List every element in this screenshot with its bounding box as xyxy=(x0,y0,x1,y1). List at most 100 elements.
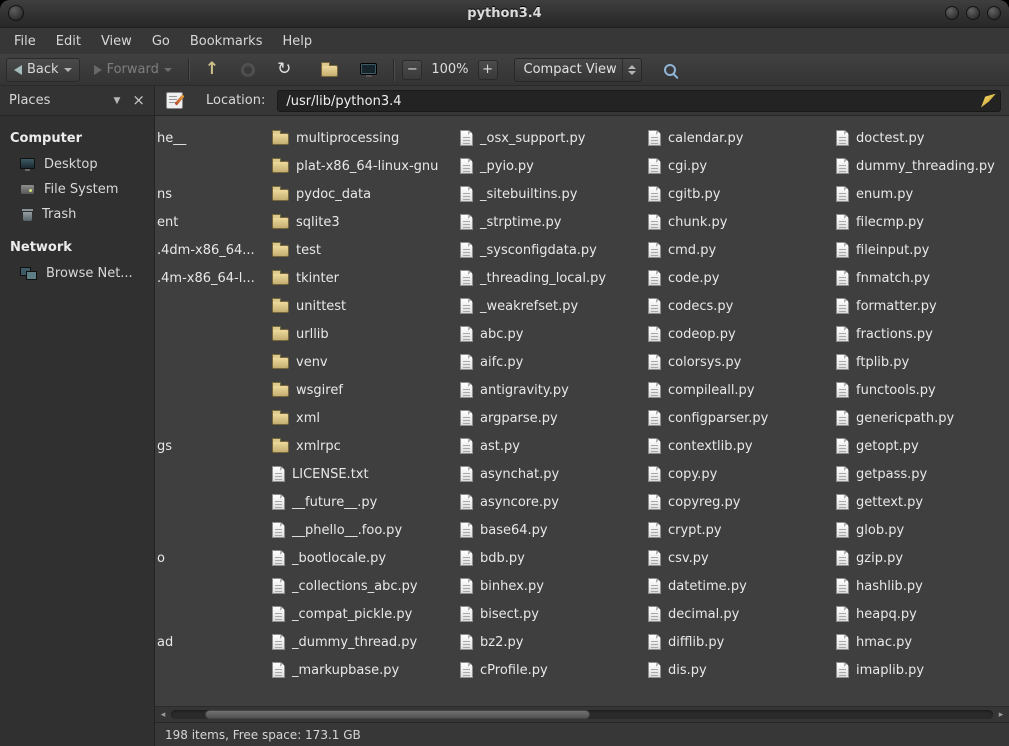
menu-view[interactable]: View xyxy=(91,31,142,52)
scrollbar-trough[interactable] xyxy=(171,710,993,719)
places-dropdown-icon[interactable]: ▼ xyxy=(114,96,121,106)
clipped-file-name[interactable]: he__ xyxy=(157,124,186,152)
search-button[interactable] xyxy=(656,58,684,82)
list-item[interactable]: _weakrefset.py xyxy=(460,292,648,320)
list-item[interactable]: formatter.py xyxy=(836,292,1009,320)
list-item[interactable]: decimal.py xyxy=(648,600,836,628)
scroll-left-icon[interactable]: ◂ xyxy=(157,710,169,720)
list-item[interactable]: multiprocessing xyxy=(272,124,460,152)
list-item[interactable]: fnmatch.py xyxy=(836,264,1009,292)
list-item[interactable]: bdb.py xyxy=(460,544,648,572)
list-item[interactable]: _markupbase.py xyxy=(272,656,460,684)
sidebar-item-trash[interactable]: Trash xyxy=(0,202,154,227)
list-item[interactable]: ftplib.py xyxy=(836,348,1009,376)
scroll-right-icon[interactable]: ▸ xyxy=(995,710,1007,720)
list-item[interactable]: dummy_threading.py xyxy=(836,152,1009,180)
list-item[interactable]: __phello__.foo.py xyxy=(272,516,460,544)
list-item[interactable]: enum.py xyxy=(836,180,1009,208)
list-item[interactable]: aifc.py xyxy=(460,348,648,376)
list-item[interactable]: csv.py xyxy=(648,544,836,572)
list-item[interactable]: _osx_support.py xyxy=(460,124,648,152)
list-item[interactable]: configparser.py xyxy=(648,404,836,432)
list-item[interactable]: hashlib.py xyxy=(836,572,1009,600)
list-item[interactable]: cgi.py xyxy=(648,152,836,180)
list-item[interactable]: hmac.py xyxy=(836,628,1009,656)
maximize-button[interactable] xyxy=(966,6,980,20)
list-item[interactable]: heapq.py xyxy=(836,600,1009,628)
list-item[interactable]: __future__.py xyxy=(272,488,460,516)
menu-edit[interactable]: Edit xyxy=(46,31,91,52)
list-item[interactable]: wsgiref xyxy=(272,376,460,404)
menu-help[interactable]: Help xyxy=(272,31,322,52)
list-item[interactable]: _pyio.py xyxy=(460,152,648,180)
up-button[interactable]: ↑ xyxy=(197,58,227,82)
list-item[interactable]: fractions.py xyxy=(836,320,1009,348)
clipped-file-name[interactable]: ent xyxy=(157,208,178,236)
list-item[interactable]: _collections_abc.py xyxy=(272,572,460,600)
list-item[interactable]: xml xyxy=(272,404,460,432)
list-item[interactable]: bz2.py xyxy=(460,628,648,656)
list-item[interactable]: _dummy_thread.py xyxy=(272,628,460,656)
list-item[interactable]: antigravity.py xyxy=(460,376,648,404)
list-item[interactable]: code.py xyxy=(648,264,836,292)
close-button[interactable] xyxy=(987,6,1001,20)
list-item[interactable]: _sitebuiltins.py xyxy=(460,180,648,208)
list-item[interactable]: fileinput.py xyxy=(836,236,1009,264)
sidebar-item-filesystem[interactable]: File System xyxy=(0,177,154,202)
list-item[interactable]: compileall.py xyxy=(648,376,836,404)
clipped-file-name[interactable]: .4m-x86_64-l... xyxy=(157,264,255,292)
edit-path-icon[interactable] xyxy=(166,92,183,109)
list-item[interactable]: calendar.py xyxy=(648,124,836,152)
list-item[interactable]: bisect.py xyxy=(460,600,648,628)
menu-go[interactable]: Go xyxy=(142,31,180,52)
places-close-icon[interactable]: × xyxy=(132,93,145,108)
new-tab-button[interactable] xyxy=(313,58,346,82)
list-item[interactable]: base64.py xyxy=(460,516,648,544)
list-item[interactable]: dis.py xyxy=(648,656,836,684)
clipped-file-name[interactable]: o xyxy=(157,544,165,572)
list-item[interactable]: asynchat.py xyxy=(460,460,648,488)
list-item[interactable]: getopt.py xyxy=(836,432,1009,460)
list-item[interactable]: colorsys.py xyxy=(648,348,836,376)
list-item[interactable]: _strptime.py xyxy=(460,208,648,236)
forward-button[interactable]: Forward xyxy=(86,58,180,82)
list-item[interactable]: venv xyxy=(272,348,460,376)
zoom-in-button[interactable]: + xyxy=(478,60,498,80)
scrollbar-thumb[interactable] xyxy=(205,710,590,719)
list-item[interactable]: binhex.py xyxy=(460,572,648,600)
list-item[interactable]: cProfile.py xyxy=(460,656,648,684)
list-item[interactable]: argparse.py xyxy=(460,404,648,432)
list-item[interactable]: genericpath.py xyxy=(836,404,1009,432)
clipped-file-name[interactable]: gs xyxy=(157,432,172,460)
list-item[interactable]: tkinter xyxy=(272,264,460,292)
list-item[interactable]: LICENSE.txt xyxy=(272,460,460,488)
menu-bookmarks[interactable]: Bookmarks xyxy=(180,31,273,52)
list-item[interactable]: codeop.py xyxy=(648,320,836,348)
list-item[interactable]: _compat_pickle.py xyxy=(272,600,460,628)
list-item[interactable]: copy.py xyxy=(648,460,836,488)
list-item[interactable]: _sysconfigdata.py xyxy=(460,236,648,264)
list-item[interactable]: filecmp.py xyxy=(836,208,1009,236)
list-item[interactable]: asyncore.py xyxy=(460,488,648,516)
reload-button[interactable]: ↻ xyxy=(269,58,299,82)
list-item[interactable]: cgitb.py xyxy=(648,180,836,208)
list-item[interactable]: glob.py xyxy=(836,516,1009,544)
view-mode-select[interactable]: Compact View xyxy=(514,58,642,82)
list-item[interactable]: urllib xyxy=(272,320,460,348)
list-item[interactable]: gettext.py xyxy=(836,488,1009,516)
list-item[interactable]: functools.py xyxy=(836,376,1009,404)
list-item[interactable]: abc.py xyxy=(460,320,648,348)
file-list-view[interactable]: he__nsent.4dm-x86_64....4m-x86_64-l...gs… xyxy=(155,116,1009,722)
list-item[interactable]: sqlite3 xyxy=(272,208,460,236)
list-item[interactable]: _bootlocale.py xyxy=(272,544,460,572)
zoom-out-button[interactable]: − xyxy=(402,60,422,80)
list-item[interactable]: unittest xyxy=(272,292,460,320)
clipped-file-name[interactable]: ad xyxy=(157,628,173,656)
menu-file[interactable]: File xyxy=(4,31,46,52)
list-item[interactable]: pydoc_data xyxy=(272,180,460,208)
location-input[interactable] xyxy=(277,90,1001,112)
list-item[interactable]: getpass.py xyxy=(836,460,1009,488)
list-item[interactable]: chunk.py xyxy=(648,208,836,236)
list-item[interactable]: doctest.py xyxy=(836,124,1009,152)
sidebar-item-browse-network[interactable]: Browse Net... xyxy=(0,261,154,286)
